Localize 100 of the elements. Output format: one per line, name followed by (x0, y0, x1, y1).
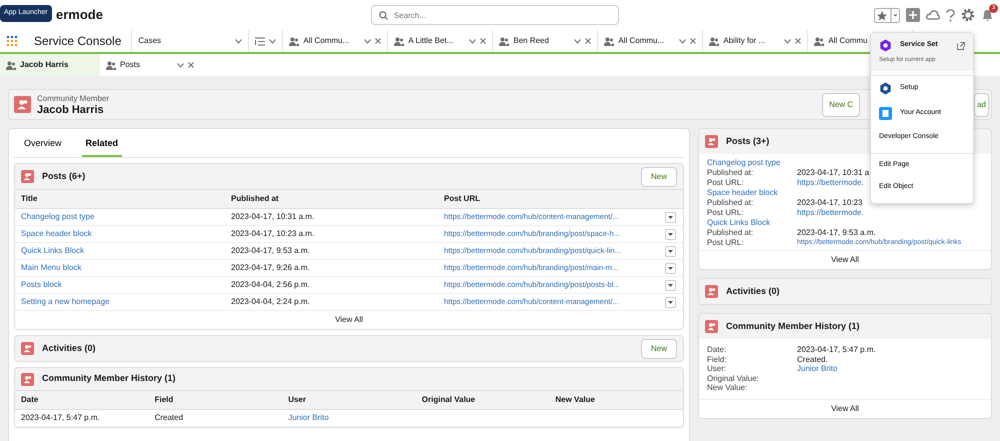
chevron-down-icon[interactable] (679, 38, 686, 44)
list-icon[interactable] (255, 36, 266, 46)
card-title: Posts (6+) (42, 170, 86, 183)
card-title: Posts (3+) (726, 134, 770, 148)
app-name: Service Console (24, 30, 132, 52)
people-icon (604, 36, 614, 46)
row-menu-button[interactable] (665, 280, 676, 291)
field-value: 2023-04-17, 5:47 p.m. (797, 345, 876, 354)
chevron-down-icon[interactable] (469, 38, 476, 44)
field-label: Original Value: (707, 374, 760, 383)
subtab[interactable]: Posts (100, 54, 200, 76)
close-icon[interactable] (585, 38, 592, 44)
new-button[interactable]: New (640, 338, 677, 358)
field-link[interactable]: Junior Brito (797, 364, 838, 374)
close-icon[interactable] (188, 62, 194, 68)
post-title-link[interactable]: Main Menu block (15, 260, 225, 276)
people-icon (289, 36, 300, 46)
subtab[interactable]: Jacob Harris (0, 54, 100, 76)
column-header: Original Value (416, 390, 550, 410)
post-title-link[interactable]: Quick Links Block (15, 242, 225, 260)
post-title-link[interactable]: Space header block (15, 226, 225, 242)
post-title-link[interactable]: Posts block (15, 276, 225, 294)
field-link[interactable]: https://bettermode. (797, 208, 864, 217)
people-icon (6, 60, 16, 70)
record-icon (14, 96, 31, 113)
card-title: Activities (0) (42, 342, 96, 355)
table-cell: Created (148, 410, 282, 426)
action-button[interactable]: New C (822, 92, 860, 116)
field-link[interactable]: https://bettermode. (797, 178, 864, 187)
caret-icon (668, 250, 673, 253)
field-label: Post URL: (707, 178, 744, 187)
object-menu-label[interactable]: Cases (138, 35, 162, 47)
table-cell: 2023-04-17, 10:31 a.m. (225, 208, 438, 226)
column-header: Published at (225, 190, 438, 208)
people-icon (394, 36, 404, 46)
post-title-link[interactable]: Space header block (707, 187, 778, 198)
close-icon[interactable] (480, 38, 486, 44)
column-header: Post URL (438, 190, 659, 208)
workspace-tab[interactable]: All Commu... (618, 35, 664, 47)
logo-text: ermode (56, 6, 103, 24)
plus-icon[interactable] (906, 8, 920, 22)
field-label: Published at: (707, 228, 754, 238)
row-menu-button[interactable] (665, 229, 676, 240)
post-title-link[interactable]: Changelog post type (707, 157, 780, 168)
workspace-tab[interactable]: All Commu (828, 35, 868, 47)
action-button[interactable]: ad (974, 92, 989, 116)
record-tab[interactable]: Overview (20, 133, 66, 157)
column-header: Date (15, 390, 149, 410)
row-menu-button[interactable] (665, 263, 676, 274)
external-link-icon[interactable] (957, 42, 965, 50)
user-link[interactable]: Junior Brito (282, 410, 416, 426)
workspace-tab[interactable]: A Little Bet... (408, 35, 454, 47)
field-label: New Value: (707, 383, 748, 392)
new-button[interactable]: New (640, 166, 677, 186)
cloud-icon[interactable] (926, 9, 940, 21)
record-icon (705, 320, 718, 333)
post-title-link[interactable]: Quick Links Block (707, 217, 770, 228)
column-header: User (282, 390, 416, 410)
field-value: 2023-04-17, 10:31 a (797, 168, 870, 178)
workspace-tab[interactable]: All Commu... (303, 35, 350, 47)
chevron-down-icon[interactable] (177, 62, 184, 68)
record-tab[interactable]: Related (82, 133, 122, 157)
chevron-down-icon[interactable] (269, 38, 276, 44)
record-name: Jacob Harris (37, 105, 105, 116)
chevron-down-icon[interactable] (235, 38, 242, 44)
view-all-link[interactable]: View All (831, 404, 859, 412)
caret-icon (668, 233, 673, 236)
workspace-tab[interactable]: Ability for ... (723, 35, 766, 47)
help-icon[interactable] (946, 8, 955, 22)
view-all-link[interactable]: View All (831, 255, 859, 264)
favorites-star-button-icon[interactable] (874, 8, 900, 22)
people-icon (709, 36, 720, 46)
account-icon (879, 107, 892, 120)
card-title: Community Member History (1) (42, 372, 176, 386)
chevron-down-icon[interactable] (364, 38, 372, 44)
view-all-link[interactable]: View All (335, 315, 363, 324)
field-value: 2023-04-17, 10:23 (797, 198, 862, 208)
notification-bell-icon[interactable] (981, 8, 994, 22)
close-icon[interactable] (690, 38, 696, 44)
column-header: Title (15, 190, 225, 208)
settings-icon[interactable] (961, 8, 975, 22)
caret-icon (668, 284, 673, 287)
column-header: Field (148, 390, 282, 410)
row-menu-button[interactable] (665, 246, 676, 257)
close-icon[interactable] (375, 38, 382, 44)
field-label: Date: (707, 345, 728, 354)
row-menu-button[interactable] (665, 212, 676, 223)
chevron-down-icon[interactable] (574, 38, 582, 44)
row-menu-button[interactable] (665, 297, 676, 308)
field-label: Published at: (707, 198, 754, 208)
field-label: User: (707, 364, 728, 374)
chevron-down-icon[interactable] (784, 38, 792, 44)
search-field[interactable]: Search... (370, 5, 619, 25)
app-launcher-icon[interactable] (6, 35, 18, 47)
record-icon (705, 135, 718, 148)
gear-icon (879, 82, 892, 95)
record-icon (21, 170, 34, 183)
workspace-tab[interactable]: Ben Reed (513, 35, 549, 47)
close-icon[interactable] (795, 38, 802, 44)
post-title-link[interactable]: Changelog post type (15, 208, 225, 226)
